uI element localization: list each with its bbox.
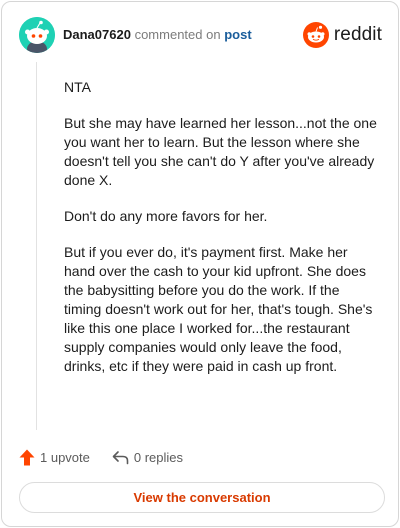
- comment-paragraph: NTA: [64, 79, 91, 95]
- comment-byline: Dana07620 commented on post: [63, 27, 252, 43]
- action-text: commented on: [134, 27, 221, 42]
- view-conversation-button[interactable]: View the conversation: [19, 482, 385, 513]
- reddit-wordmark: reddit: [333, 24, 382, 45]
- comment-header: Dana07620 commented on post reddit: [19, 17, 382, 53]
- reddit-logo-icon: [302, 22, 329, 48]
- snoo-avatar-icon[interactable]: [19, 17, 55, 53]
- replies-button[interactable]: 0 replies: [112, 450, 183, 465]
- upvote-button[interactable]: 1 upvote: [19, 449, 90, 466]
- post-link[interactable]: post: [224, 27, 251, 42]
- thread-line: [36, 62, 37, 430]
- comment-paragraph: But if you ever do, it's payment first. …: [64, 244, 373, 374]
- comment-paragraph: But she may have learned her lesson...no…: [64, 115, 377, 188]
- comment-paragraph: Don't do any more favors for her.: [64, 208, 268, 224]
- comment-body: NTA But she may have learned her lesson.…: [64, 78, 380, 393]
- comment-actions: 1 upvote 0 replies: [19, 447, 205, 467]
- upvote-arrow-icon: [19, 449, 35, 465]
- username[interactable]: Dana07620: [63, 27, 131, 42]
- reddit-logo[interactable]: reddit: [302, 21, 382, 49]
- view-conversation-label: View the conversation: [133, 490, 271, 505]
- comment-card: Dana07620 commented on post reddit NTA B…: [1, 1, 399, 527]
- reply-arrow-icon: [112, 450, 129, 464]
- upvote-count: 1 upvote: [40, 449, 90, 465]
- replies-count: 0 replies: [133, 449, 184, 465]
